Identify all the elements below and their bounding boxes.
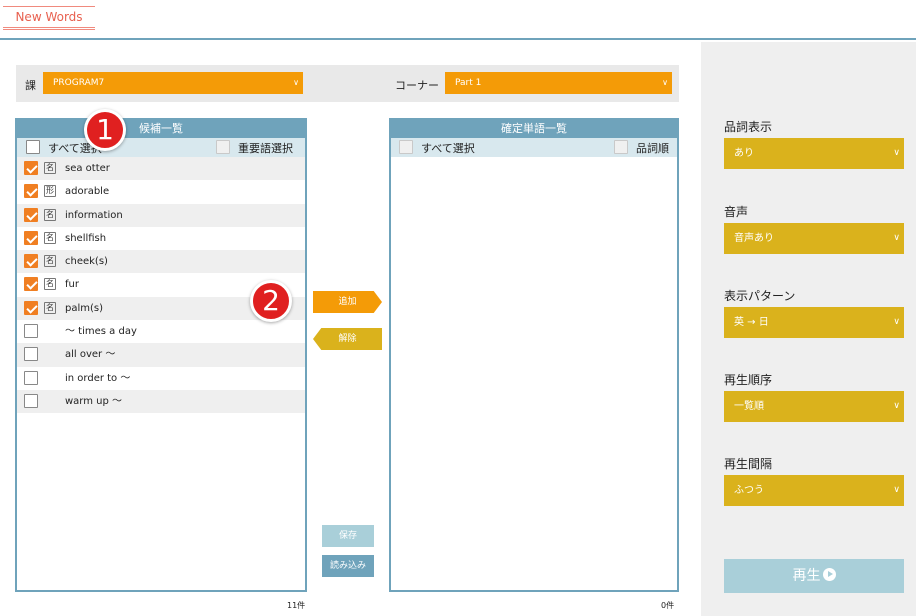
pos-order-checkbox[interactable] xyxy=(614,140,628,154)
order-select[interactable]: 一覧順 ∨ xyxy=(724,391,904,422)
candidate-count: 11件 xyxy=(287,601,306,610)
candidate-subhead: すべて選択 重要語選択 xyxy=(17,138,305,157)
part-of-speech-tag: 形 xyxy=(44,185,56,198)
interval-select[interactable]: ふつう ∨ xyxy=(724,475,904,506)
play-label: 再生 xyxy=(792,568,821,584)
play-icon xyxy=(822,568,836,581)
save-button[interactable]: 保存 xyxy=(322,525,374,547)
chevron-down-icon: ∨ xyxy=(293,78,299,87)
filter-bar: 課 PROGRAM7 ∨ コーナー Part 1 ∨ xyxy=(16,65,679,102)
word-checkbox[interactable] xyxy=(24,230,38,245)
confirmed-panel: 確定単語一覧 すべて選択 品詞順 xyxy=(389,118,679,592)
corner-select-value: Part 1 xyxy=(455,78,482,88)
part-of-speech-tag: 名 xyxy=(44,162,56,174)
pos-display-label: 品詞表示 xyxy=(724,120,773,134)
interval-value: ふつう xyxy=(734,485,764,496)
confirmed-subhead: すべて選択 品詞順 xyxy=(391,138,677,157)
part-of-speech-tag: 名 xyxy=(44,255,56,268)
step-two-badge: 2 xyxy=(250,280,292,322)
word-row[interactable]: 名 cheek(s) xyxy=(17,250,305,274)
word-text: adorable xyxy=(65,186,110,198)
corner-label: コーナー xyxy=(395,79,439,92)
word-text: palm(s) xyxy=(65,302,104,314)
word-row[interactable]: 形 adorable xyxy=(17,180,305,203)
chevron-down-icon: ∨ xyxy=(893,401,900,411)
word-row[interactable]: 名 sea otter xyxy=(17,157,305,181)
word-checkbox[interactable] xyxy=(24,254,38,269)
word-text: sea otter xyxy=(65,163,110,174)
step-one-badge: 1 xyxy=(84,109,126,151)
important-select-label: 重要語選択 xyxy=(238,142,293,155)
word-row[interactable]: in order to ～ xyxy=(17,367,305,390)
options-panel: 品詞表示 あり ∨ 音声 音声あり ∨ 表示パターン 英 → 日 ∨ 再生順序 … xyxy=(701,42,916,616)
word-text: shellfish xyxy=(65,232,107,244)
lesson-label: 課 xyxy=(25,79,36,92)
audio-select[interactable]: 音声あり ∨ xyxy=(724,223,904,254)
word-checkbox[interactable] xyxy=(24,277,38,292)
corner-select[interactable]: Part 1 ∨ xyxy=(445,72,672,94)
pos-order-label: 品詞順 xyxy=(636,142,669,155)
select-all-checkbox[interactable] xyxy=(26,140,40,154)
play-button[interactable]: 再生 xyxy=(724,559,904,593)
part-of-speech-tag: 名 xyxy=(44,208,56,221)
word-text: all over ～ xyxy=(65,349,116,361)
header: New Words xyxy=(0,0,916,40)
part-of-speech-tag: 名 xyxy=(44,301,56,314)
chevron-down-icon: ∨ xyxy=(893,233,900,243)
order-label: 再生順序 xyxy=(724,373,773,387)
pos-display-select[interactable]: あり ∨ xyxy=(724,138,904,169)
word-text: information xyxy=(65,209,123,221)
word-row[interactable]: 名 shellfish xyxy=(17,227,305,250)
word-text: in order to ～ xyxy=(65,372,131,384)
word-checkbox[interactable] xyxy=(24,393,38,408)
pattern-value: 英 → 日 xyxy=(734,317,769,328)
word-row[interactable]: all over ～ xyxy=(17,343,305,367)
confirmed-select-all-checkbox[interactable] xyxy=(399,140,413,154)
candidate-panel: 候補一覧 すべて選択 重要語選択 名 sea otter 形 adorable 名 inf… xyxy=(15,118,307,592)
chevron-down-icon: ∨ xyxy=(893,148,900,158)
candidate-panel-title: 候補一覧 xyxy=(17,120,305,138)
pattern-label: 表示パターン xyxy=(724,289,796,303)
word-checkbox[interactable] xyxy=(24,161,38,175)
order-value: 一覧順 xyxy=(734,401,764,412)
part-of-speech-tag: 名 xyxy=(44,278,56,291)
confirmed-panel-title: 確定単語一覧 xyxy=(391,120,677,138)
word-row[interactable]: 名 information xyxy=(17,203,305,227)
word-checkbox[interactable] xyxy=(24,324,38,339)
app-root: New Words 課 PROGRAM7 ∨ コーナー Part 1 ∨ 候補一… xyxy=(0,0,916,616)
word-text: warm up ～ xyxy=(65,395,123,407)
tab-new-words[interactable]: New Words xyxy=(3,6,95,30)
important-select-checkbox[interactable] xyxy=(216,140,230,154)
lesson-select[interactable]: PROGRAM7 ∨ xyxy=(43,72,303,94)
interval-label: 再生間隔 xyxy=(724,457,773,471)
pattern-select[interactable]: 英 → 日 ∨ xyxy=(724,307,904,338)
load-button[interactable]: 読み込み xyxy=(322,555,374,577)
word-text: ～ times a day xyxy=(65,326,137,338)
word-text: fur xyxy=(65,279,79,291)
word-checkbox[interactable] xyxy=(24,184,38,199)
word-checkbox[interactable] xyxy=(24,347,38,362)
word-row[interactable]: ～ times a day xyxy=(17,320,305,343)
part-of-speech-tag: 名 xyxy=(44,231,56,244)
lesson-select-value: PROGRAM7 xyxy=(53,78,105,88)
word-row[interactable]: warm up ～ xyxy=(17,389,305,414)
word-checkbox[interactable] xyxy=(24,207,38,222)
confirmed-select-all-label: すべて選択 xyxy=(421,142,475,155)
confirmed-count: 0件 xyxy=(661,601,675,610)
word-checkbox[interactable] xyxy=(24,300,38,315)
remove-button[interactable]: 解除 xyxy=(313,328,382,350)
audio-value: 音声あり xyxy=(734,233,774,244)
audio-label: 音声 xyxy=(724,205,749,219)
chevron-down-icon: ∨ xyxy=(893,317,900,327)
chevron-down-icon: ∨ xyxy=(662,78,668,87)
word-text: cheek(s) xyxy=(65,256,108,268)
pos-display-value: あり xyxy=(734,148,754,159)
word-checkbox[interactable] xyxy=(24,370,38,385)
chevron-down-icon: ∨ xyxy=(893,485,900,495)
add-button[interactable]: 追加 xyxy=(313,291,382,313)
